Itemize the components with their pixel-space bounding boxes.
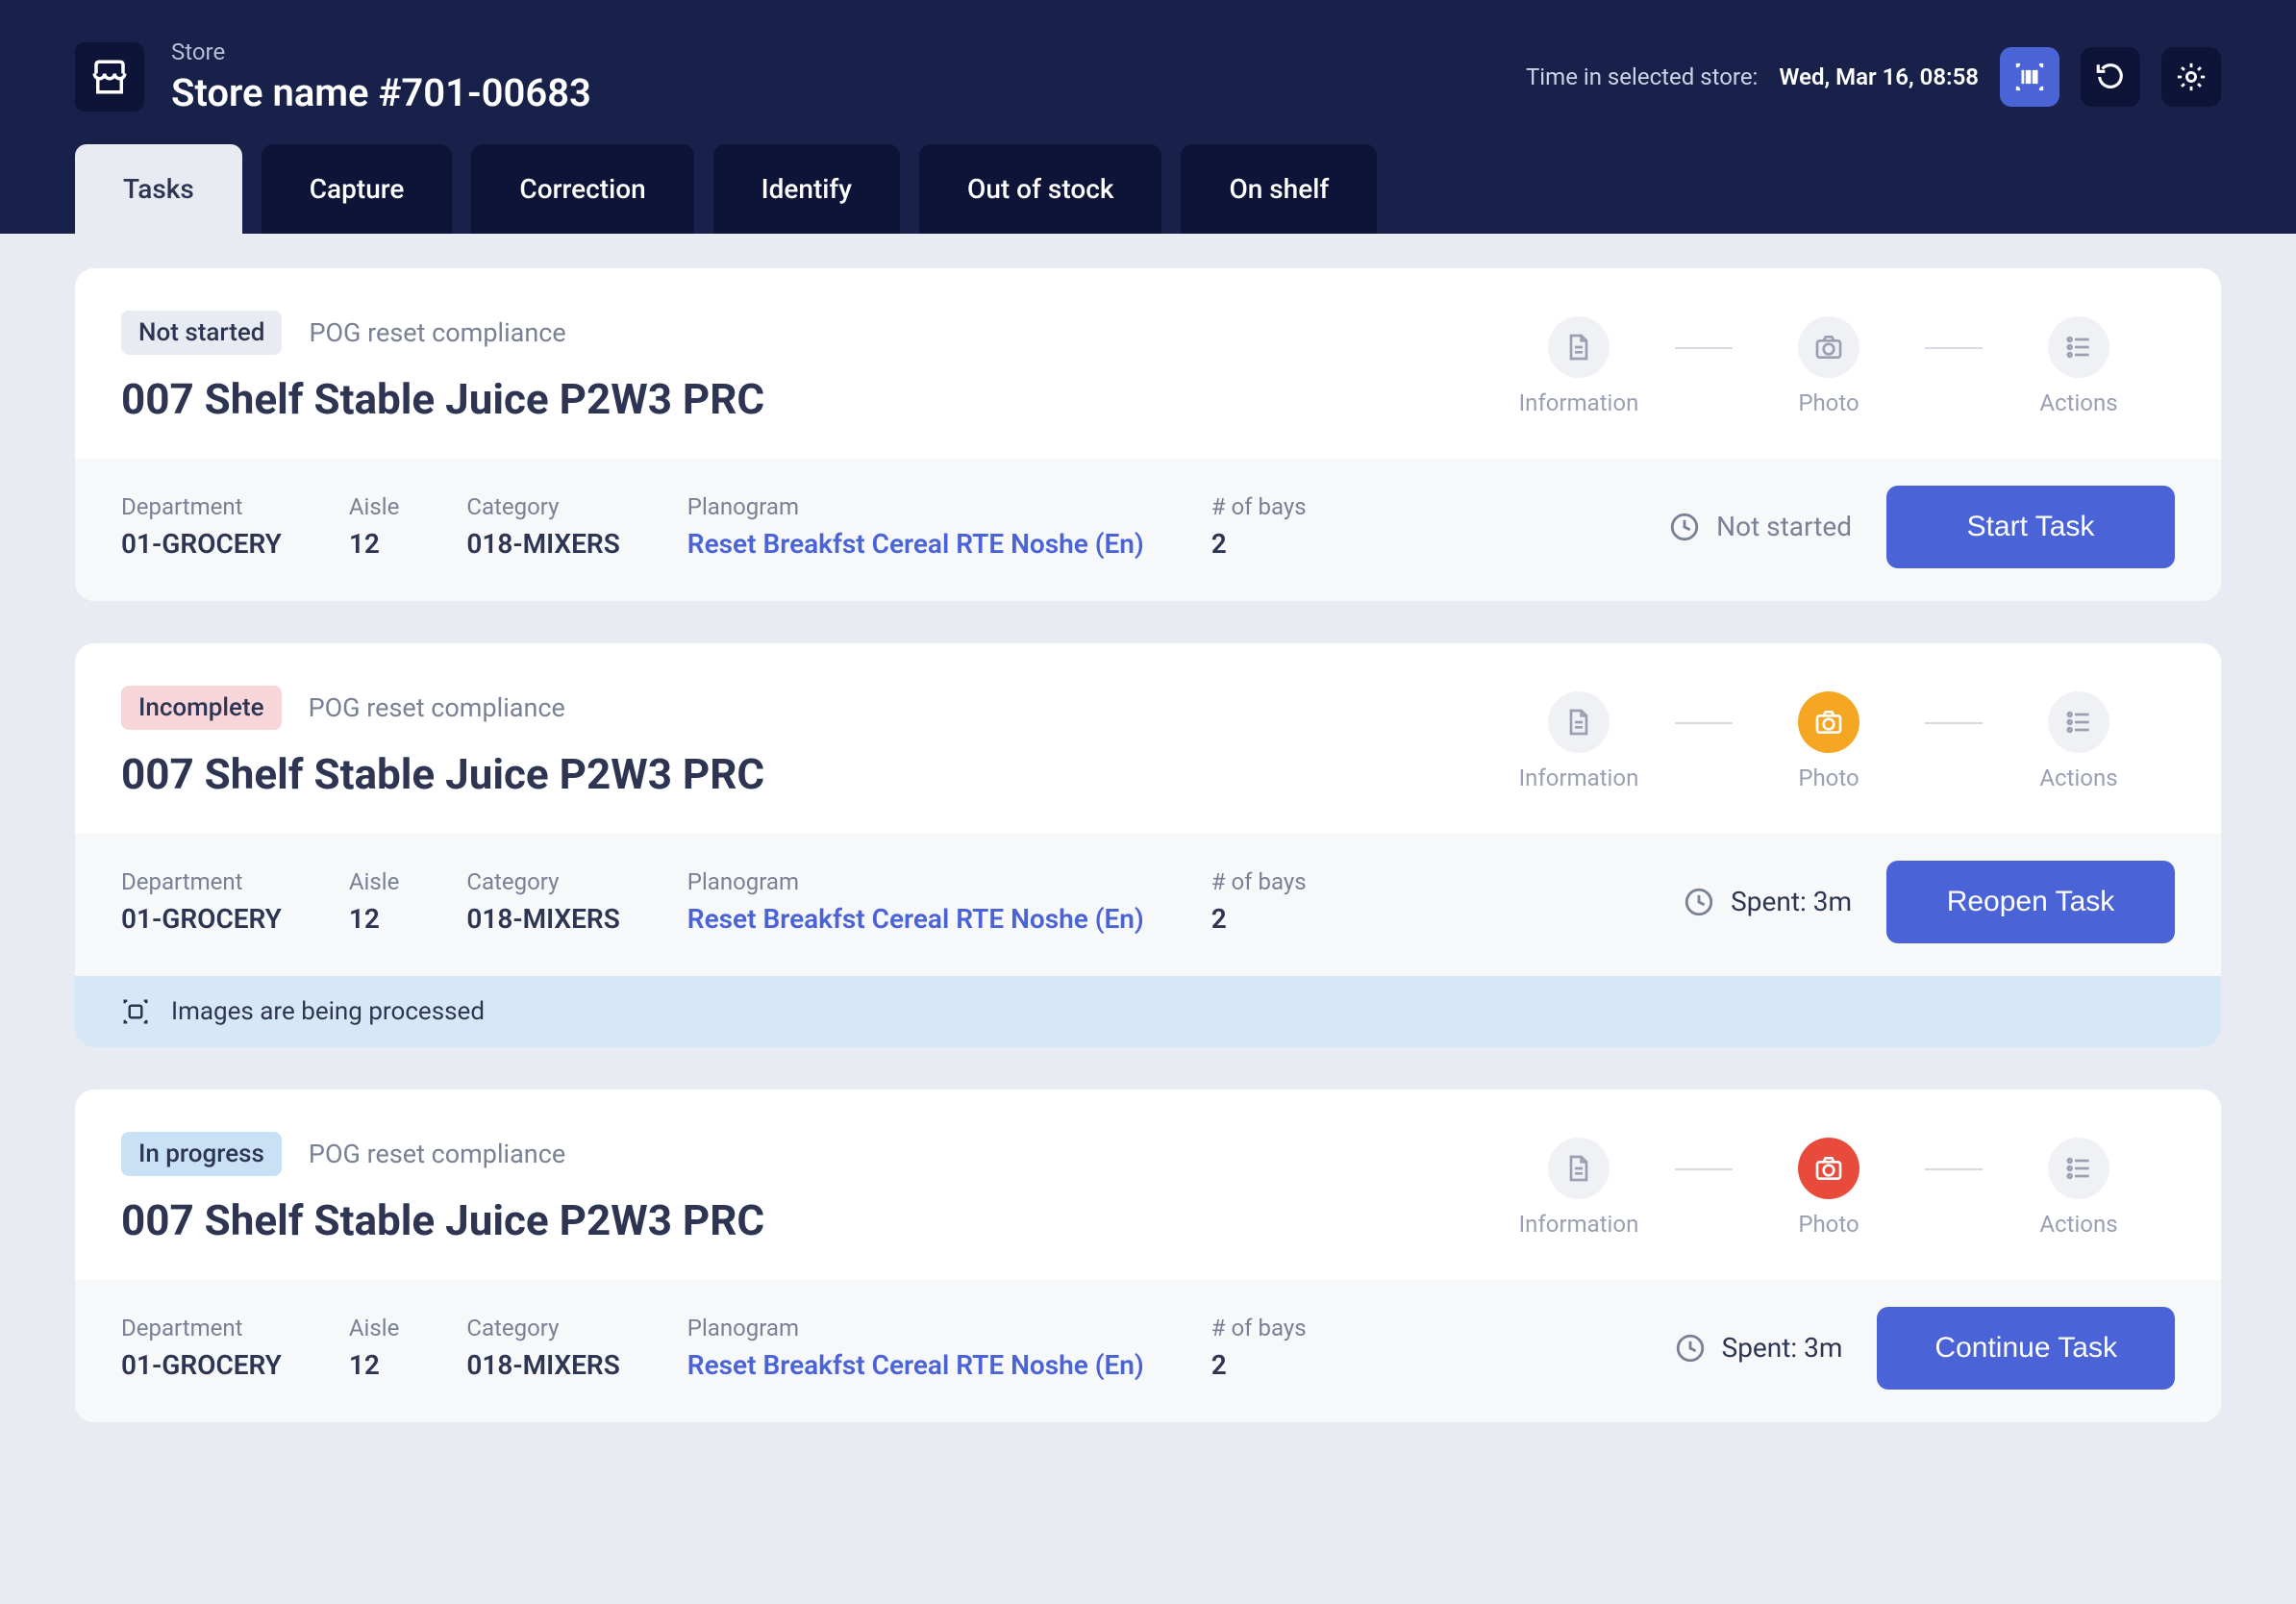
planogram-link[interactable]: Reset Breakfst Cereal RTE Noshe (En) (687, 903, 1144, 935)
step-label: Actions (2039, 764, 2117, 791)
task-stepper: Information Photo Actions (1483, 1138, 2175, 1238)
meta-planogram: Planogram Reset Breakfst Cereal RTE Nosh… (687, 868, 1144, 935)
task-duration: Not started (1668, 511, 1852, 543)
meta-department: Department 01-GROCERY (121, 493, 282, 560)
task-list: Not started POG reset compliance 007 She… (0, 234, 2296, 1457)
task-title: 007 Shelf Stable Juice P2W3 PRC (121, 1195, 764, 1245)
meta-aisle: Aisle 12 (349, 1315, 399, 1381)
task-title: 007 Shelf Stable Juice P2W3 PRC (121, 749, 764, 799)
document-icon (1563, 1153, 1594, 1184)
settings-button[interactable] (2161, 47, 2221, 107)
meta-planogram: Planogram Reset Breakfst Cereal RTE Nosh… (687, 493, 1144, 560)
tab-correction[interactable]: Correction (471, 144, 693, 234)
camera-icon (1813, 1153, 1844, 1184)
step-photo: Photo (1733, 1138, 1925, 1238)
task-stepper: Information Photo Actions (1483, 691, 2175, 791)
meta-category: Category 018-MIXERS (466, 493, 619, 560)
meta-bays: # of bays 2 (1211, 1315, 1307, 1381)
task-duration: Spent: 3m (1674, 1332, 1843, 1365)
task-type: POG reset compliance (309, 317, 565, 348)
list-icon (2063, 332, 2094, 363)
time-label: Time in selected store: (1526, 63, 1758, 90)
meta-bays: # of bays 2 (1211, 868, 1307, 935)
step-actions: Actions (1983, 316, 2175, 416)
clock-icon (1668, 511, 1701, 543)
list-icon (2063, 1153, 2094, 1184)
list-icon (2063, 707, 2094, 738)
step-label: Photo (1798, 389, 1859, 416)
meta-aisle: Aisle 12 (349, 493, 399, 560)
task-stepper: Information Photo Actions (1483, 316, 2175, 416)
tab-tasks[interactable]: Tasks (75, 144, 242, 234)
step-actions: Actions (1983, 691, 2175, 791)
task-type: POG reset compliance (309, 692, 565, 723)
status-badge: Incomplete (121, 686, 282, 730)
planogram-link[interactable]: Reset Breakfst Cereal RTE Noshe (En) (687, 528, 1144, 560)
task-card: Not started POG reset compliance 007 She… (75, 268, 2221, 601)
barcode-button[interactable] (2000, 47, 2059, 107)
status-badge: Not started (121, 311, 282, 355)
start-task-button[interactable]: Start Task (1886, 486, 2175, 568)
step-information: Information (1483, 691, 1675, 791)
reopen-task-button[interactable]: Reopen Task (1886, 861, 2175, 943)
store-name: Store name #701-00683 (171, 70, 591, 115)
store-icon (75, 42, 144, 112)
continue-task-button[interactable]: Continue Task (1877, 1307, 2175, 1390)
undo-icon (2094, 61, 2127, 93)
meta-planogram: Planogram Reset Breakfst Cereal RTE Nosh… (687, 1315, 1144, 1381)
step-photo: Photo (1733, 316, 1925, 416)
status-badge: In progress (121, 1132, 282, 1176)
processing-banner: Images are being processed (75, 976, 2221, 1047)
camera-icon (1813, 332, 1844, 363)
clock-icon (1674, 1332, 1707, 1365)
undo-button[interactable] (2081, 47, 2140, 107)
step-information: Information (1483, 316, 1675, 416)
document-icon (1563, 707, 1594, 738)
document-icon (1563, 332, 1594, 363)
step-actions: Actions (1983, 1138, 2175, 1238)
tabs: Tasks Capture Correction Identify Out of… (75, 144, 2221, 234)
step-label: Information (1519, 389, 1639, 416)
gear-icon (2175, 61, 2208, 93)
step-label: Actions (2039, 1211, 2117, 1238)
tab-on-shelf[interactable]: On shelf (1181, 144, 1377, 234)
scan-icon (121, 997, 150, 1026)
step-label: Photo (1798, 764, 1859, 791)
step-information: Information (1483, 1138, 1675, 1238)
tab-identify[interactable]: Identify (713, 144, 900, 234)
store-block: Store Store name #701-00683 (75, 38, 591, 115)
store-label: Store (171, 38, 591, 66)
step-label: Information (1519, 764, 1639, 791)
step-label: Information (1519, 1211, 1639, 1238)
meta-department: Department 01-GROCERY (121, 1315, 282, 1381)
camera-icon (1813, 707, 1844, 738)
clock-icon (1683, 886, 1715, 918)
tab-out-of-stock[interactable]: Out of stock (919, 144, 1161, 234)
task-duration: Spent: 3m (1683, 886, 1852, 918)
task-type: POG reset compliance (309, 1139, 565, 1169)
step-label: Photo (1798, 1211, 1859, 1238)
meta-category: Category 018-MIXERS (466, 868, 619, 935)
meta-bays: # of bays 2 (1211, 493, 1307, 560)
task-title: 007 Shelf Stable Juice P2W3 PRC (121, 374, 764, 424)
barcode-icon (2013, 61, 2046, 93)
meta-category: Category 018-MIXERS (466, 1315, 619, 1381)
meta-aisle: Aisle 12 (349, 868, 399, 935)
step-photo: Photo (1733, 691, 1925, 791)
tab-capture[interactable]: Capture (262, 144, 453, 234)
time-value: Wed, Mar 16, 08:58 (1779, 63, 1979, 90)
step-label: Actions (2039, 389, 2117, 416)
task-card: Incomplete POG reset compliance 007 Shel… (75, 643, 2221, 1047)
planogram-link[interactable]: Reset Breakfst Cereal RTE Noshe (En) (687, 1349, 1144, 1381)
meta-department: Department 01-GROCERY (121, 868, 282, 935)
top-bar: Store Store name #701-00683 Time in sele… (0, 0, 2296, 234)
task-card: In progress POG reset compliance 007 She… (75, 1090, 2221, 1422)
